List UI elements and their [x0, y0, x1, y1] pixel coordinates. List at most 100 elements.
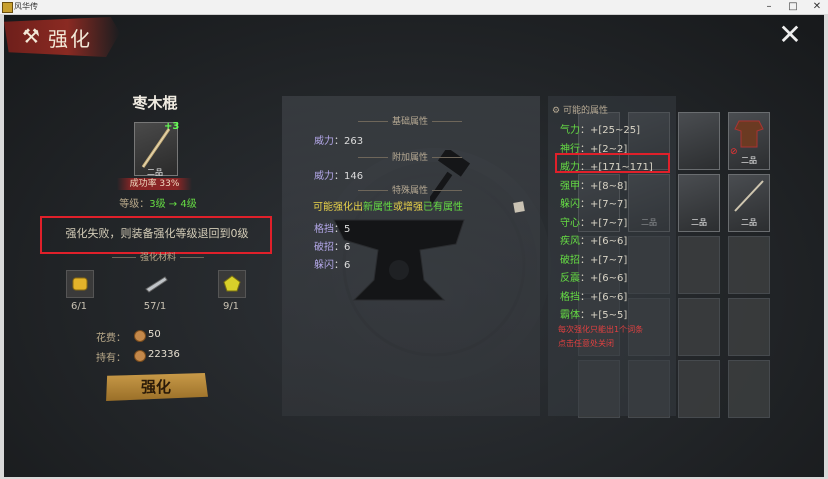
window-title-bar: 风华传 – □ ✕ [0, 0, 828, 15]
attr-range: +[6~6] [590, 236, 628, 247]
minimize-icon[interactable]: – [760, 0, 778, 14]
gold-ore-icon [72, 277, 88, 291]
attr-key: 威力 [314, 171, 334, 182]
material-slot-1[interactable] [66, 270, 94, 298]
possible-mid: 或增强 [393, 202, 423, 213]
special-attrs-title: 特殊属性 [330, 183, 490, 196]
attr-separator: ： [580, 217, 590, 229]
attr-key: 强甲 [560, 180, 580, 192]
possible-attr-row: 强甲：+[8~8] [560, 177, 627, 192]
added-attr-row: 威力：146 [314, 171, 364, 182]
coin-icon [134, 330, 146, 342]
material-slot-3[interactable] [218, 270, 246, 298]
material-slot-2[interactable] [142, 270, 170, 298]
attr-separator: ： [580, 180, 590, 192]
coin-icon [134, 350, 146, 362]
attr-key: 反震 [560, 273, 580, 284]
slot-grade: 二品 [741, 156, 757, 165]
material-count-2: 57/1 [143, 301, 167, 312]
attr-separator: ： [580, 310, 590, 321]
equipment-slot[interactable] [678, 236, 720, 294]
equipment-slot[interactable]: 二品 [678, 174, 720, 232]
enhance-button[interactable]: 强化 [106, 373, 208, 401]
possible-new: 新属性 [363, 202, 393, 213]
app-icon [2, 2, 13, 13]
staff-icon [734, 180, 764, 212]
materials-title: 强化材料 [98, 250, 218, 263]
window-title: 风华传 [14, 2, 38, 11]
equipment-slot[interactable] [728, 298, 770, 356]
possible-attr-row: 霸体：+[5~5] [560, 306, 627, 321]
attr-separator: ： [580, 291, 590, 303]
possible-attrs-title-text: 可能的属性 [562, 106, 608, 116]
attr-value: 146 [344, 171, 364, 182]
equipment-slot[interactable]: 二品 [728, 174, 770, 232]
level-arrow: → [168, 199, 178, 210]
equipment-slot[interactable] [728, 360, 770, 418]
close-button[interactable]: ✕ [776, 21, 804, 49]
blade-icon [145, 276, 168, 293]
attr-key: 威力 [314, 136, 334, 147]
cost-value: 50 [148, 329, 161, 340]
special-attr-row: 破招：6 [314, 242, 351, 253]
possible-attr-row: 守心：+[7~7] [560, 214, 627, 229]
owned-value: 22336 [148, 349, 180, 360]
window-close-icon[interactable]: ✕ [808, 0, 826, 14]
attr-separator: ： [580, 254, 590, 266]
attr-key: 破招 [560, 254, 580, 266]
level-from: 3级 [149, 199, 166, 210]
slot-grade: 二品 [741, 218, 757, 227]
attr-key: 霸体 [560, 310, 580, 321]
equipment-slot[interactable] [728, 236, 770, 294]
possible-note-line2: 点击任意处关闭 [558, 339, 614, 348]
attr-key: 躲闪 [560, 199, 580, 210]
possible-prefix: 可能强化出 [313, 202, 363, 213]
attr-range: +[7~7] [590, 217, 628, 229]
possible-note-line1: 每次强化只能出1个词条 [558, 325, 644, 334]
attr-separator: ： [580, 273, 590, 284]
possible-attr-row: 气力：+[25~25] [560, 121, 640, 136]
attr-range: +[7~7] [590, 199, 628, 210]
window-frame-right [824, 14, 828, 479]
warning-highlight-box [40, 216, 272, 254]
attr-key: 躲闪 [314, 260, 334, 271]
equipment-slot[interactable] [678, 298, 720, 356]
attr-key: 格挡 [314, 224, 334, 235]
equipment-slot[interactable]: ⊘ 二品 [728, 112, 770, 170]
possible-attr-row: 破招：+[7~7] [560, 251, 627, 266]
attr-key: 气力 [560, 125, 580, 136]
item-name: 枣木棍 [132, 94, 178, 112]
cost-label: 花费： [96, 333, 126, 344]
forge-icon: ⚒ [22, 24, 40, 48]
special-attr-row: 格挡：5 [314, 224, 351, 235]
slot-grade: 二品 [691, 218, 707, 227]
attr-separator: ： [580, 199, 590, 210]
maximize-icon[interactable]: □ [784, 0, 802, 14]
possible-existing: 已有属性 [423, 202, 463, 213]
equipment-slot[interactable] [678, 360, 720, 418]
attr-range: +[25~25] [590, 125, 641, 136]
attr-range: +[7~7] [590, 254, 628, 266]
possible-attr-row: 疾风：+[6~6] [560, 232, 627, 247]
level-prefix: 等级： [119, 199, 150, 210]
scroll-icon[interactable] [513, 201, 525, 213]
attr-key: 破招 [314, 242, 334, 253]
item-plus-level: +3 [164, 121, 180, 132]
attr-range: +[6~6] [590, 291, 628, 303]
yellow-gem-icon [223, 275, 241, 292]
attr-separator: ： [580, 236, 590, 247]
attr-separator: ： [580, 125, 590, 136]
attr-value: 5 [344, 224, 351, 235]
level-to: 4级 [180, 199, 197, 210]
attr-range: +[5~5] [590, 310, 628, 321]
special-attr-row: 躲闪：6 [314, 260, 351, 271]
equipment-slot[interactable] [678, 112, 720, 170]
possible-attr-row: 反震：+[6~6] [560, 269, 627, 284]
attr-value: 6 [344, 260, 351, 271]
level-change: 等级：3级 → 4级 [98, 195, 218, 210]
possible-attr-row: 格挡：+[6~6] [560, 288, 627, 303]
material-count-1: 6/1 [70, 301, 88, 312]
item-grade: 二品 [147, 168, 163, 177]
attr-range: +[6~6] [590, 273, 628, 284]
owned-label: 持有： [96, 353, 126, 364]
